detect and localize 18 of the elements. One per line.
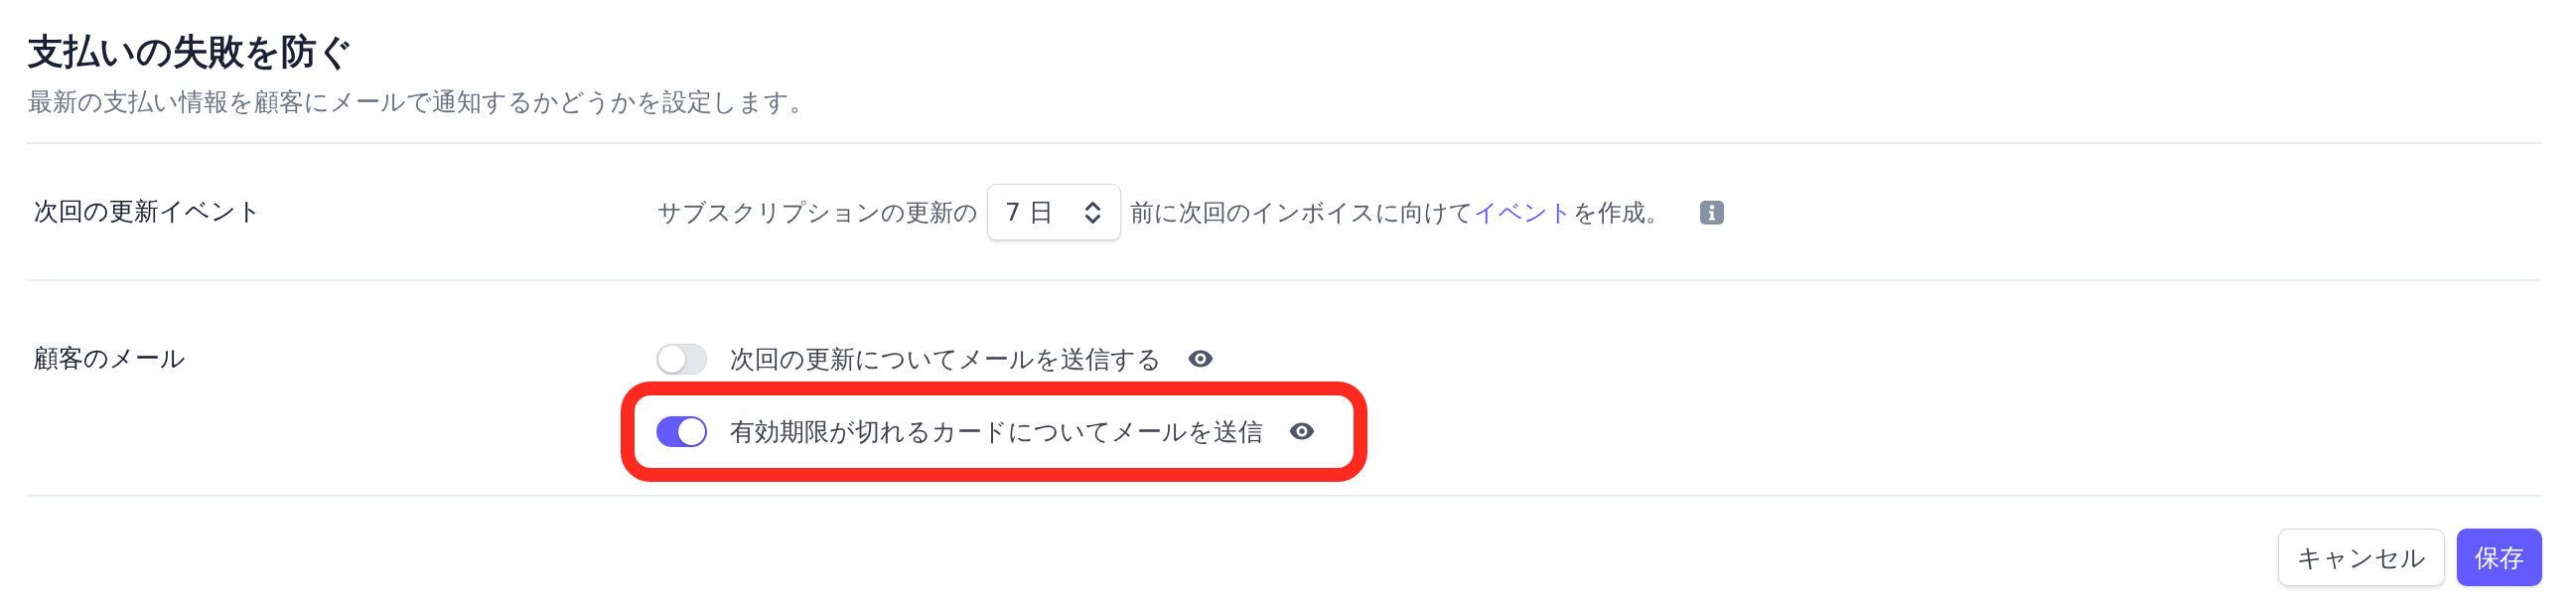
page-title: 支払いの失敗を防ぐ (27, 30, 355, 74)
toggle-label: 有効期限が切れるカードについてメールを送信 (730, 415, 1263, 448)
eye-icon[interactable] (1188, 350, 1214, 368)
info-icon[interactable] (1700, 200, 1724, 225)
setting-text: 前に次回のインボイスに向けて イベント を作成。 (1130, 196, 1669, 229)
toggle-switch[interactable] (656, 343, 707, 375)
event-link[interactable]: イベント (1474, 197, 1573, 227)
setting-text: サブスクリプションの更新の (657, 196, 978, 229)
toggle-label: 次回の更新についてメールを送信する (730, 343, 1162, 376)
cancel-button[interactable]: キャンセル (2278, 529, 2445, 586)
setting-label: 顧客のメール (33, 343, 187, 375)
days-select[interactable]: 7 日 (987, 184, 1121, 240)
setting-label: 次回の更新イベント (33, 196, 263, 228)
chevron-updown-icon (1084, 200, 1101, 225)
page-description: 最新の支払い情報を顧客にメールで通知するかどうかを設定します。 (27, 86, 815, 118)
toggle-switch[interactable] (656, 415, 707, 447)
eye-icon[interactable] (1289, 422, 1315, 440)
save-button[interactable]: 保存 (2457, 529, 2542, 586)
